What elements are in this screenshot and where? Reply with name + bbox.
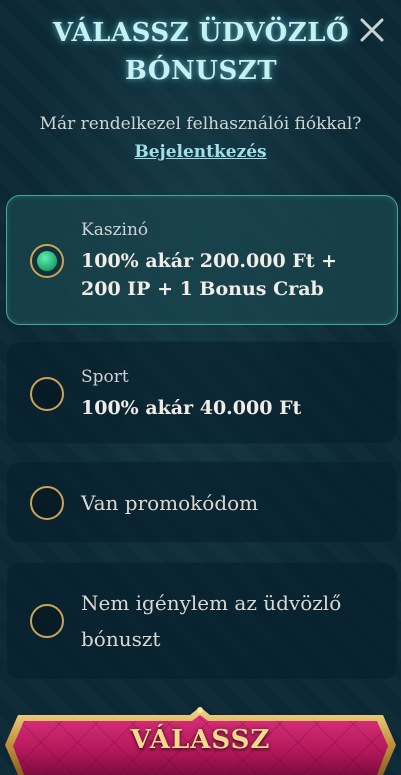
option-label-line-2: bónuszt xyxy=(81,627,161,651)
close-icon xyxy=(360,18,384,42)
radio-promo-code[interactable] xyxy=(30,486,64,520)
title-line-1: VÁLASSZ ÜDVÖZLŐ xyxy=(52,18,350,48)
title-line-2: BÓNUSZT xyxy=(124,56,278,86)
bonus-option-casino[interactable]: Kaszinó 100% akár 200.000 Ft + 200 IP + … xyxy=(6,195,398,325)
option-label-line-1: Nem igénylem az üdvözlő xyxy=(81,591,342,615)
radio-sport[interactable] xyxy=(30,377,64,411)
bonus-option-sport[interactable]: Sport 100% akár 40.000 Ft xyxy=(6,341,398,444)
option-label: Van promokódom xyxy=(81,491,259,515)
option-offer-line-1: 100% akár 40.000 Ft xyxy=(81,397,302,419)
submit-button-label: VÁLASSZ xyxy=(130,725,271,755)
bonus-option-promo-code[interactable]: Van promokódom xyxy=(6,461,398,543)
bonus-option-no-bonus[interactable]: Nem igénylem az üdvözlő bónuszt xyxy=(6,562,398,680)
option-category: Sport xyxy=(81,367,129,387)
option-offer-line-1: 100% akár 200.000 Ft + xyxy=(81,250,338,272)
radio-no-bonus[interactable] xyxy=(30,604,64,638)
radio-casino[interactable] xyxy=(30,244,64,278)
option-offer-line-2: 200 IP + 1 Bonus Crab xyxy=(81,278,324,300)
option-category: Kaszinó xyxy=(81,220,149,240)
page-title: VÁLASSZ ÜDVÖZLŐ BÓNUSZT xyxy=(40,14,362,90)
login-question: Már rendelkezel felhasználói fiókkal? xyxy=(39,114,362,134)
radio-selected-dot xyxy=(37,251,57,271)
close-button[interactable] xyxy=(356,14,388,46)
login-link[interactable]: Bejelentkezés xyxy=(0,142,401,162)
submit-button[interactable]: VÁLASSZ xyxy=(4,705,397,775)
